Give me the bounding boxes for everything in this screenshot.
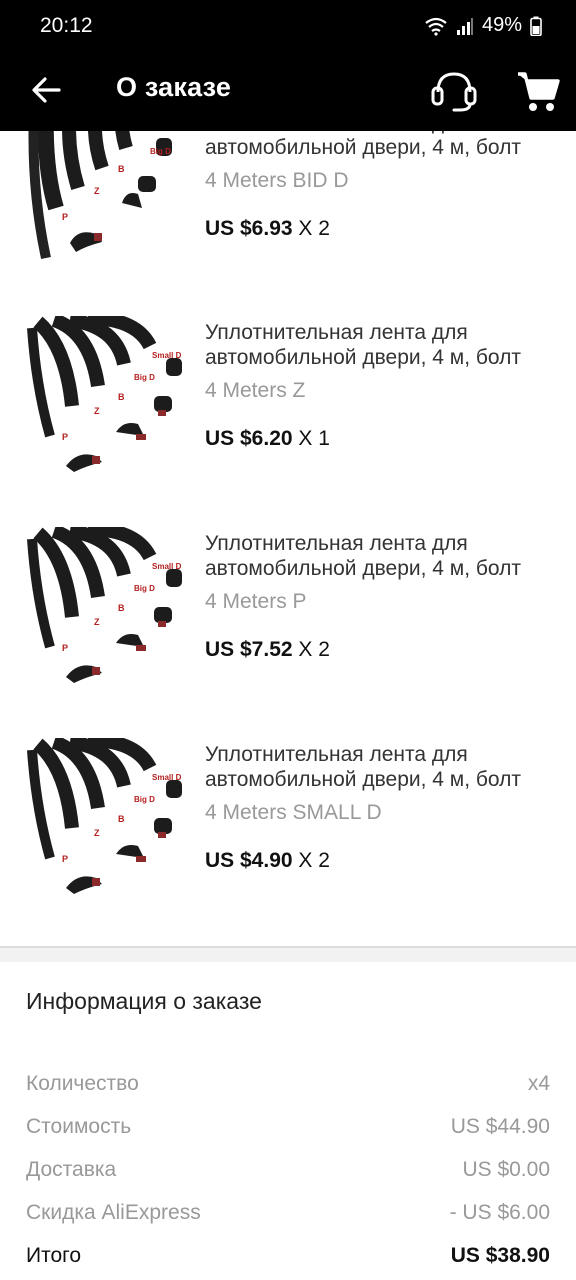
price-value: US $4.90 [205, 849, 293, 872]
item-price: US $7.52 X 2 [205, 638, 330, 662]
cost-row: Стоимость US $44.90 [26, 1115, 550, 1145]
z-label: Z [94, 406, 100, 416]
shipping-label: Доставка [26, 1158, 117, 1181]
discount-label: Скидка AliExpress [26, 1201, 201, 1224]
small-d-label: Small D [152, 773, 182, 782]
item-title[interactable]: Уплотнительная лента для автомобильной д… [205, 531, 555, 581]
big-d-label: Big D [134, 795, 155, 804]
small-d-label: Small D [152, 351, 182, 360]
discount-row: Скидка AliExpress - US $6.00 [26, 1201, 550, 1231]
small-d-label: Small D [152, 131, 182, 132]
item-variant: 4 Meters P [205, 590, 307, 613]
total-row: Итого US $38.90 [26, 1244, 550, 1274]
order-items-list[interactable]: Small D Big D B Z P Уплотнительная лента… [0, 131, 576, 946]
app-bar: О заказе [0, 52, 576, 131]
small-d-label: Small D [152, 562, 182, 571]
battery-icon [530, 16, 542, 36]
p-label: P [62, 854, 68, 864]
z-label: Z [94, 186, 100, 196]
p-label: P [62, 643, 68, 653]
shopping-cart-icon [518, 72, 560, 111]
list-item[interactable]: Small D Big D B Z P Уплотнительная лента… [0, 527, 576, 727]
battery-percent: 49% [481, 14, 522, 36]
item-title[interactable]: Уплотнительная лента для автомобильной д… [205, 320, 555, 370]
b-label: B [118, 392, 125, 402]
product-image: Small D Big D B Z P [26, 527, 186, 687]
back-button[interactable] [26, 70, 66, 110]
back-arrow-icon [32, 77, 61, 103]
wifi-icon [425, 17, 447, 36]
item-price: US $4.90 X 2 [205, 849, 330, 873]
quantity: X 2 [298, 638, 330, 661]
price-value: US $6.93 [205, 217, 293, 240]
big-d-label: Big D [134, 584, 155, 593]
quantity: X 2 [298, 849, 330, 872]
section-gap [0, 948, 576, 962]
total-value: US $38.90 [450, 1244, 550, 1267]
product-image: Small D Big D B Z P [26, 131, 186, 268]
z-label: Z [94, 617, 100, 627]
quantity-row: Количество x4 [26, 1072, 550, 1102]
quantity: X 2 [298, 217, 330, 240]
product-image: Small D Big D B Z P [26, 738, 186, 898]
quantity: X 1 [298, 427, 330, 450]
big-d-label: Big D [134, 373, 155, 382]
item-variant: 4 Meters Z [205, 379, 306, 402]
quantity-label: Количество [26, 1072, 139, 1095]
b-label: B [118, 814, 125, 824]
price-value: US $6.20 [205, 427, 293, 450]
z-label: Z [94, 828, 100, 838]
p-label: P [62, 432, 68, 442]
cost-label: Стоимость [26, 1115, 132, 1138]
b-label: B [118, 164, 125, 174]
p-label: P [62, 212, 68, 222]
order-info-title: Информация о заказе [26, 988, 262, 1014]
product-image: Small D Big D B Z P [26, 316, 186, 476]
total-label: Итого [26, 1244, 82, 1267]
shipping-value: US $0.00 [462, 1158, 550, 1181]
item-price: US $6.93 X 2 [205, 217, 330, 241]
item-variant: 4 Meters BID D [205, 169, 349, 192]
cost-value: US $44.90 [450, 1115, 550, 1138]
headset-support-icon [431, 72, 477, 112]
status-time: 20:12 [40, 14, 93, 37]
status-bar: 20:12 49% [0, 0, 576, 52]
list-item[interactable]: Small D Big D B Z P Уплотнительная лента… [0, 131, 576, 268]
cart-button[interactable] [514, 66, 562, 116]
quantity-value: x4 [527, 1072, 550, 1095]
shipping-row: Доставка US $0.00 [26, 1158, 550, 1188]
list-item[interactable]: Small D Big D B Z P Уплотнительная лента… [0, 316, 576, 516]
support-button[interactable] [428, 66, 480, 116]
item-price: US $6.20 X 1 [205, 427, 330, 451]
b-label: B [118, 603, 125, 613]
signal-icon [456, 17, 473, 35]
item-title[interactable]: Уплотнительная лента для автомобильной д… [205, 742, 555, 792]
price-value: US $7.52 [205, 638, 293, 661]
item-variant: 4 Meters SMALL D [205, 801, 382, 824]
order-info-section: Информация о заказе Количество x4 Стоимо… [0, 962, 576, 1280]
discount-value: - US $6.00 [449, 1201, 550, 1224]
item-title[interactable]: Уплотнительная лента для автомобильной д… [205, 131, 555, 160]
list-item[interactable]: Small D Big D B Z P Уплотнительная лента… [0, 738, 576, 938]
status-icons: 49% [424, 14, 542, 37]
page-title: О заказе [116, 72, 232, 102]
big-d-label: Big D [150, 147, 171, 156]
